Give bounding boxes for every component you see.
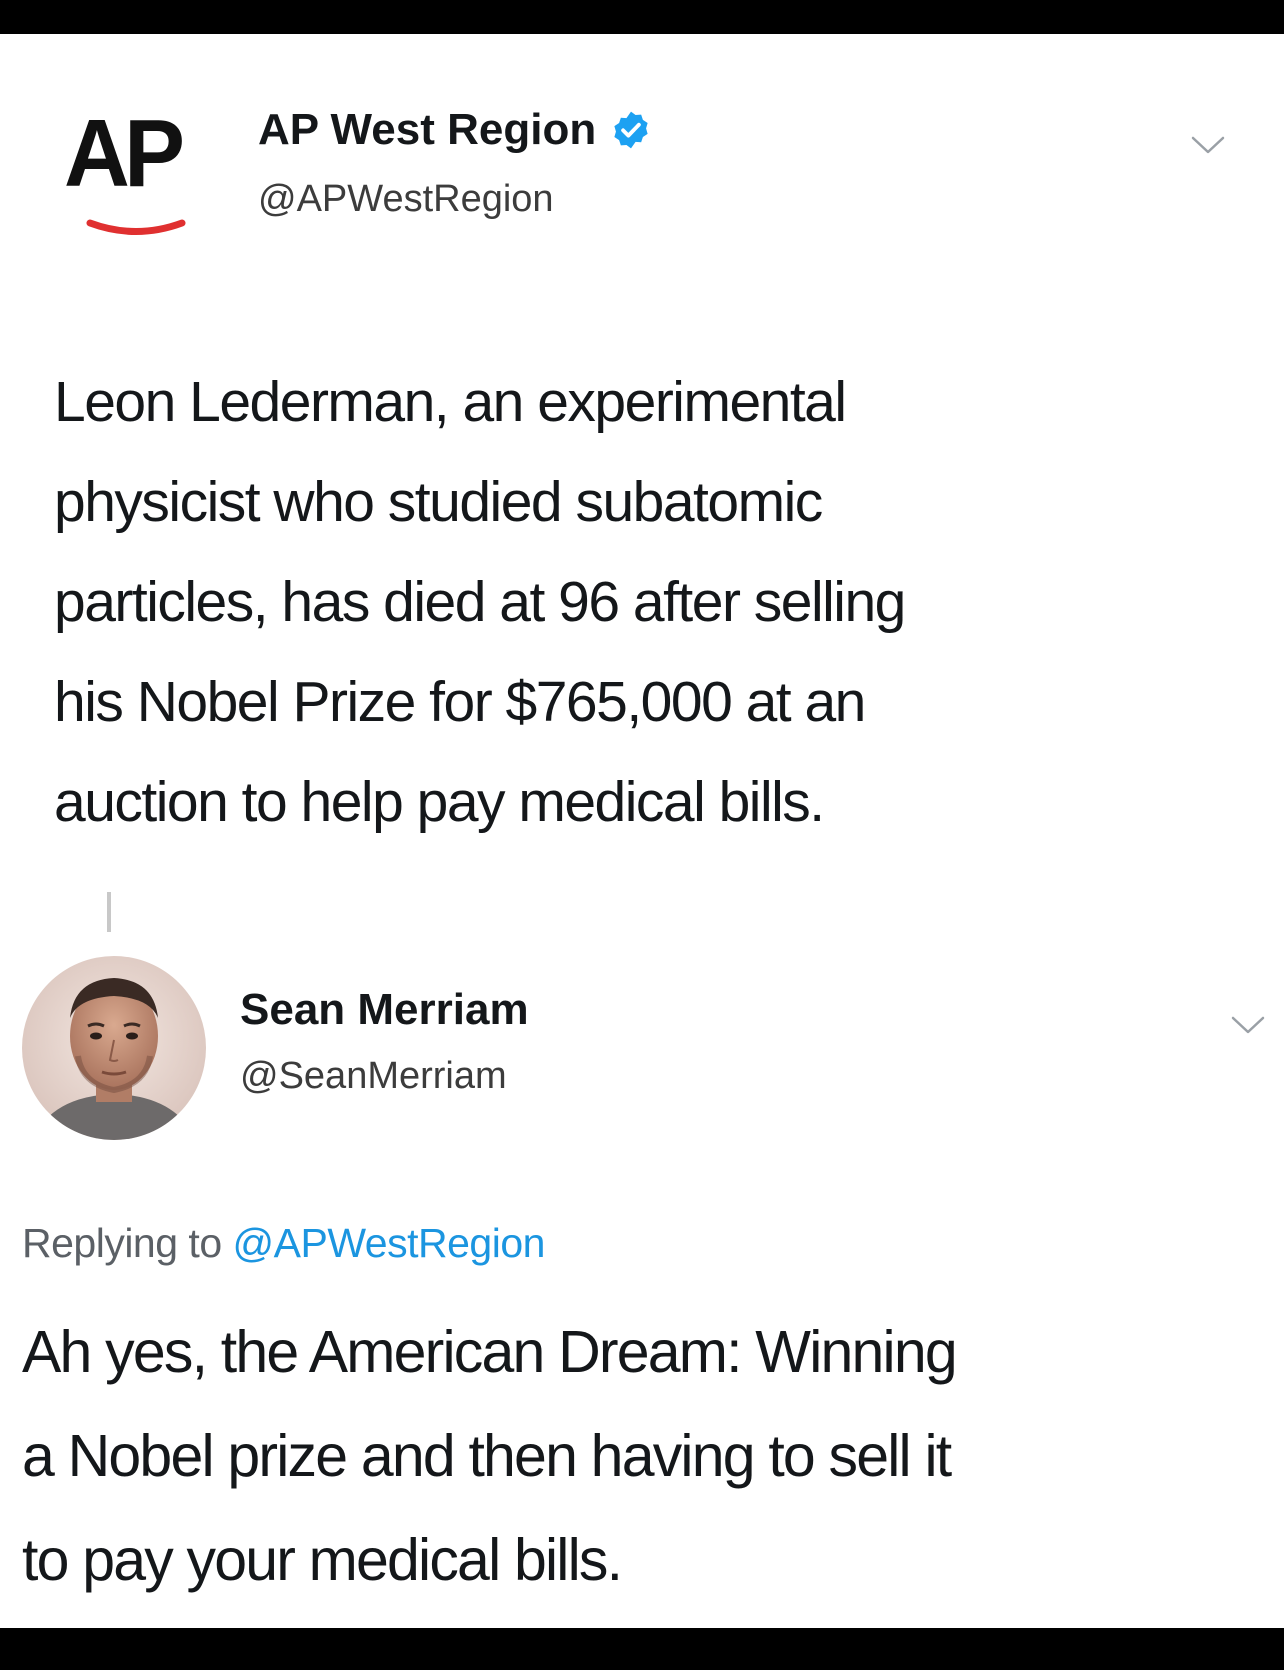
original-display-name[interactable]: AP West Region: [258, 105, 596, 154]
tweet-text-line: Ah yes, the American Dream: Winning: [22, 1319, 958, 1385]
replying-to-label: Replying to: [22, 1220, 222, 1266]
chevron-down-icon[interactable]: [1230, 1014, 1266, 1036]
original-handle[interactable]: @APWestRegion: [258, 178, 554, 221]
reply-avatar[interactable]: [22, 956, 206, 1140]
ap-logo-text: AP: [64, 100, 185, 207]
chevron-down-icon[interactable]: [1190, 134, 1226, 156]
tweet-text-line: to pay your medical bills.: [22, 1527, 623, 1593]
reply-tweet-text: Ah yes, the American Dream: Winning a No…: [22, 1300, 1262, 1612]
tweet-text-line: Leon Lederman, an experimental: [54, 370, 847, 434]
tweet-text-line: auction to help pay medical bills.: [54, 770, 825, 834]
tweet-text-line: particles, has died at 96 after selling: [54, 570, 906, 634]
tweet-text-line: his Nobel Prize for $765,000 at an: [54, 670, 866, 734]
replying-to-line: Replying to @APWestRegion: [22, 1220, 545, 1267]
tweet-screenshot: AP AP West Region @APWestRegion Leon Led…: [0, 34, 1284, 1628]
thread-connector-line: [107, 892, 111, 932]
original-tweet-text: Leon Lederman, an experimental physicist…: [54, 352, 1234, 852]
verified-badge-icon: [614, 111, 648, 149]
ap-logo-avatar[interactable]: AP: [64, 106, 224, 266]
avatar-photo: [22, 956, 206, 1140]
reply-display-name[interactable]: Sean Merriam: [240, 985, 529, 1034]
reply-handle[interactable]: @SeanMerriam: [240, 1055, 507, 1098]
original-author-row[interactable]: AP West Region: [258, 105, 652, 154]
tweet-text-line: physicist who studied subatomic: [54, 470, 823, 534]
ap-logo-swoosh: [86, 219, 186, 235]
tweet-text-line: a Nobel prize and then having to sell it: [22, 1423, 952, 1489]
replying-to-mention-link[interactable]: @APWestRegion: [233, 1220, 546, 1266]
